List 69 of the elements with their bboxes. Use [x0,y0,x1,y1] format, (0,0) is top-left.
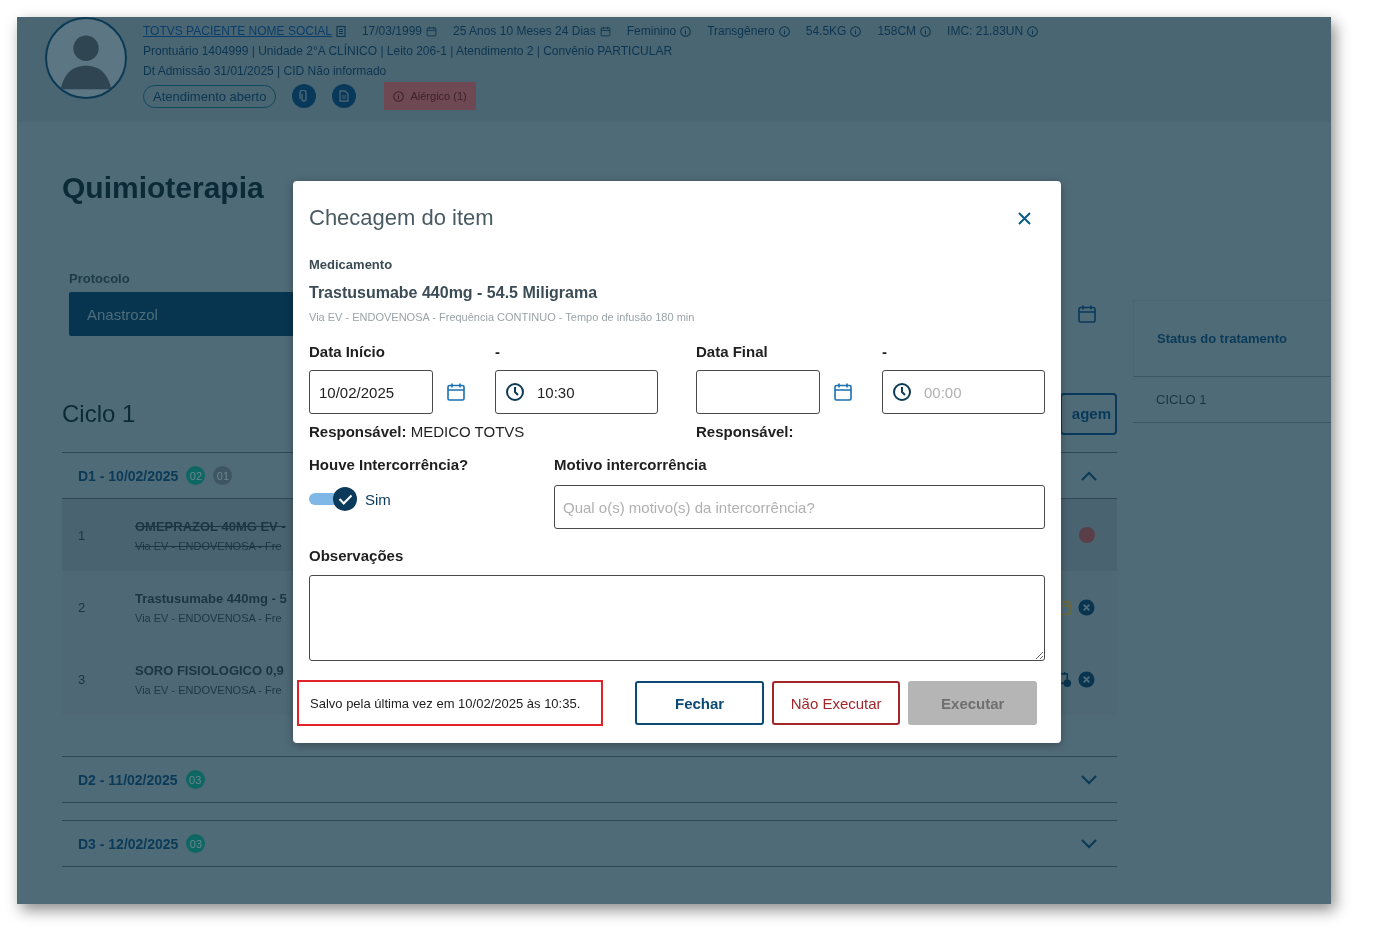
saved-message: Salvo pela última vez em 10/02/2025 às 10:35. [297,680,604,726]
date-label: Data Final [696,343,769,360]
patient-info: IMC: 21.83UN [947,24,1024,38]
dialog-title: Checagem do item [309,205,494,231]
count-badge: 03 [186,834,206,853]
panel-title: Status do tratamento [1133,300,1331,377]
dialog-button[interactable]: Fechar [635,681,764,725]
reason-label: Motivo intercorrência [554,456,708,473]
patient-info: Feminino [626,24,677,38]
birth-date: 17/03/1999 [361,24,422,38]
notes-field[interactable] [309,575,1045,661]
clock-icon [505,382,525,402]
date-label: Data Início [309,343,386,360]
info-icon[interactable] [778,25,790,37]
day-label: D3 - 12/02/2025 [78,835,179,852]
info-icon[interactable] [680,25,692,37]
patient-name-link[interactable]: TOTVS PACIENTE NOME SOCIAL [143,24,332,38]
patient-info: 158CM [877,24,917,38]
day-label: D1 - 10/02/2025 [78,467,179,484]
clipboard-icon[interactable] [335,25,346,37]
info-icon[interactable] [850,25,862,37]
status-dot [1079,527,1095,543]
dialog-button[interactable]: Não Executar [771,681,901,725]
count-badge: 02 [186,466,206,485]
info-icon[interactable] [393,90,405,102]
patient-info: Transgênero [707,24,775,38]
time-field[interactable]: 00:00 [882,370,1045,414]
calendar-icon[interactable] [446,382,466,402]
day-label: D2 - 11/02/2025 [78,771,178,788]
info-icon[interactable] [1027,25,1039,37]
date-field[interactable] [696,370,820,414]
document-button[interactable] [332,84,357,108]
paperclip-icon [299,89,310,103]
date-field[interactable]: 10/02/2025 [309,370,433,414]
calendar-icon[interactable] [833,382,853,402]
attachment-button[interactable] [292,84,317,108]
responsible-text: Responsável: [696,423,795,440]
incident-label: Houve Intercorrência? [309,456,470,473]
time-field[interactable]: 10:30 [495,370,658,414]
patient-info: 54.5KG [805,24,847,38]
time-label: - [495,343,501,360]
cancel-icon[interactable] [1078,598,1095,616]
medication-label: Medicamento [309,257,394,272]
cancel-icon[interactable] [1078,670,1095,688]
day-accordion-header[interactable]: D2 - 11/02/2025 03 [62,757,1117,803]
document-icon [339,90,350,102]
calendar-icon[interactable] [1077,304,1097,324]
reason-field[interactable]: Qual o(s) motivo(s) da intercorrência? [554,485,1045,529]
info-icon[interactable] [920,25,932,37]
clock-icon [892,382,912,402]
admission-details: Dt Admissão 31/01/2025 | CID Não informado [143,64,387,78]
patient-age: 25 Anos 10 Meses 24 Dias [453,24,596,38]
responsible-text: Responsável: MEDICO TOTVS [309,423,526,440]
notes-label: Observações [309,547,405,564]
chevron-icon[interactable] [1081,774,1097,785]
close-button[interactable] [1016,209,1033,227]
close-icon [1018,211,1031,225]
chevron-icon[interactable] [1081,470,1097,481]
toggle-label: Sim [365,490,391,508]
medication-title: Trastusumabe 440mg - 54.5 Miligrama [309,284,599,302]
incident-toggle[interactable] [309,487,357,511]
cycle-title: Ciclo 1 [62,399,136,428]
day-accordion-header[interactable]: D3 - 12/02/2025 03 [62,821,1117,867]
page-title: Quimioterapia [62,170,265,206]
count-badge: 03 [185,770,205,789]
patient-details: Prontuário 1404999 | Unidade 2°A CLÍNICO | Leito 206-1 | Atendimento 2 | Convênio PARTICULAR [143,44,673,58]
medication-details: Via EV - ENDOVENOSA - Frequência CONTINUO - Tempo de infusão 180 min [309,311,696,323]
time-label: - [882,343,888,360]
chevron-icon[interactable] [1081,838,1097,849]
